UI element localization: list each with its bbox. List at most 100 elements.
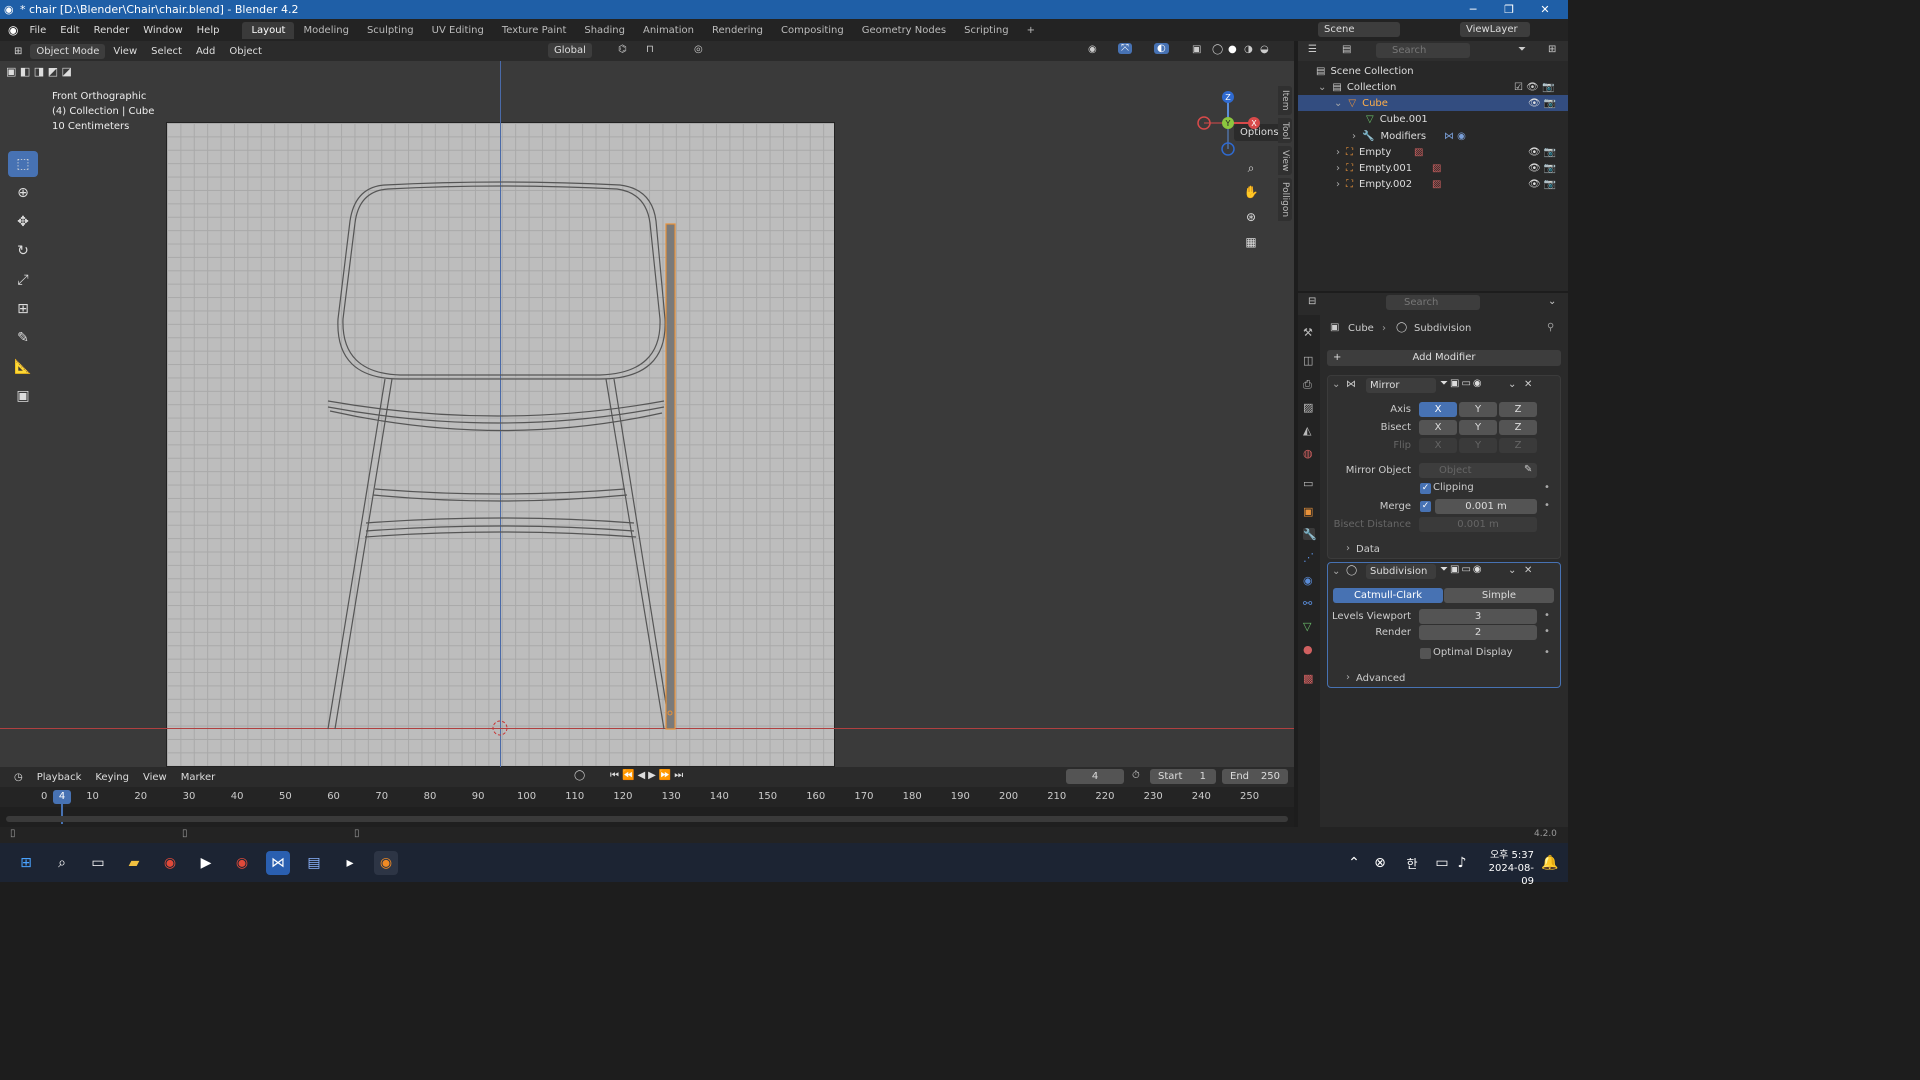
simple-toggle[interactable]: Simple — [1444, 588, 1554, 603]
3d-viewport[interactable]: ▣ ◧ ◨ ◩ ◪ Front Orthographic (4) Collect… — [0, 61, 1294, 767]
ortho-toggle-icon[interactable]: ▦ — [1240, 231, 1262, 253]
file-explorer-icon[interactable]: ▰ — [122, 851, 146, 875]
row-icons[interactable]: 👁 📷 — [1528, 179, 1556, 190]
task-view-icon[interactable]: ▭ — [86, 851, 110, 875]
clock[interactable]: 오후 5:37 2024-08-09 — [1480, 849, 1534, 888]
tray-chevron-icon[interactable]: ⌃ — [1342, 851, 1366, 875]
outliner-item-empty-002[interactable]: › ⛶ Empty.002 ▨ 👁 📷 — [1298, 176, 1568, 192]
current-frame-field[interactable]: 4 — [1066, 769, 1124, 784]
tab-layout[interactable]: Layout — [242, 21, 295, 39]
menu-edit[interactable]: Edit — [53, 25, 86, 36]
levels-viewport-field[interactable]: 3 — [1419, 609, 1537, 624]
tab-uv-editing[interactable]: UV Editing — [423, 22, 493, 39]
mirror-remove-icon[interactable]: ✕ — [1524, 379, 1532, 390]
snap-icon[interactable]: ⊓ — [646, 44, 654, 55]
material-shading-icon[interactable]: ◑ — [1244, 44, 1253, 55]
rendered-shading-icon[interactable]: ◒ — [1260, 44, 1269, 55]
tab-texture-paint[interactable]: Texture Paint — [493, 22, 576, 39]
transform-orientation[interactable]: Global — [548, 43, 592, 58]
object-tab-icon[interactable]: ▣ — [1303, 505, 1315, 518]
tab-rendering[interactable]: Rendering — [703, 22, 772, 39]
merge-distance-field[interactable]: 0.001 m — [1435, 499, 1537, 514]
menu-select[interactable]: Select — [145, 44, 188, 59]
pan-hand-icon[interactable]: ✋ — [1240, 181, 1262, 203]
collapse-icon[interactable]: ⌄ — [1334, 98, 1342, 109]
mirror-toggle-icons[interactable]: ⏷▣▭◉ — [1440, 378, 1484, 389]
start-frame-field[interactable]: Start 1 — [1150, 769, 1216, 784]
keyframe-dot-icon[interactable]: • — [1544, 647, 1550, 658]
filter-icon[interactable]: ⏷ — [1518, 44, 1526, 55]
tab-view[interactable]: View — [1278, 145, 1292, 176]
catmull-clark-toggle[interactable]: Catmull-Clark — [1333, 588, 1443, 603]
outliner-item-modifiers[interactable]: › 🔧 Modifiers ⋈ ◉ — [1298, 128, 1568, 144]
editor-type-icon[interactable]: ⊞ — [8, 44, 28, 59]
tab-modeling[interactable]: Modeling — [294, 22, 358, 39]
optimal-display-checkbox[interactable] — [1420, 648, 1431, 659]
properties-search[interactable]: Search — [1386, 295, 1480, 310]
mirror-name-field[interactable]: Mirror — [1366, 378, 1436, 393]
menu-add[interactable]: Add — [190, 44, 221, 59]
pivot-icon[interactable]: ⌬ — [618, 44, 627, 55]
collection-tab-icon[interactable]: ▭ — [1303, 477, 1315, 490]
collapse-icon[interactable]: ⌄ — [1332, 566, 1340, 577]
scale-tool-icon[interactable]: ⤢ — [8, 267, 38, 293]
outliner-scene-collection[interactable]: ▤ Scene Collection — [1298, 63, 1568, 79]
volume-icon[interactable]: ♪ — [1450, 851, 1474, 875]
subdivision-name-field[interactable]: Subdivision — [1366, 564, 1436, 579]
expand-icon[interactable]: › — [1336, 147, 1340, 158]
notification-bell-icon[interactable]: 🔔 — [1538, 851, 1562, 875]
zoom-icon[interactable]: ⌕ — [1240, 157, 1262, 179]
subdivision-remove-icon[interactable]: ✕ — [1524, 565, 1532, 576]
menu-marker[interactable]: Marker — [175, 770, 222, 785]
close-icon[interactable]: ✕ — [1530, 0, 1560, 19]
menu-timeline-view[interactable]: View — [137, 770, 173, 785]
keyframe-dot-icon[interactable]: • — [1544, 626, 1550, 637]
outliner-item-cube-001[interactable]: ▽ Cube.001 — [1298, 111, 1568, 127]
search-icon[interactable]: ⌕ — [50, 851, 74, 875]
tab-item[interactable]: Item — [1278, 86, 1292, 115]
merge-checkbox[interactable]: ✓ — [1420, 501, 1431, 512]
keyframe-dot-icon[interactable]: • — [1544, 482, 1550, 493]
frame-ruler[interactable]: 0 10 20 30 40 50 60 70 80 90 100 110 120 130 140 150 160… — [0, 787, 1294, 824]
record-icon[interactable]: ◯ — [574, 770, 585, 781]
menu-view[interactable]: View — [107, 44, 143, 59]
axis-z-toggle[interactable]: Z — [1499, 402, 1537, 417]
material-tab-icon[interactable]: ● — [1303, 643, 1315, 656]
row-icons[interactable]: 👁 📷 — [1528, 163, 1556, 174]
render-tab-icon[interactable]: ◫ — [1303, 354, 1315, 367]
outliner-editor-icon[interactable]: ☰ — [1308, 44, 1317, 55]
cursor-tool-icon[interactable]: ⊕ — [8, 180, 38, 206]
subdivision-toggle-icons[interactable]: ⏷▣▭◉ — [1440, 564, 1484, 575]
new-collection-icon[interactable]: ⊞ — [1548, 44, 1556, 55]
tab-compositing[interactable]: Compositing — [772, 22, 853, 39]
navigation-gizmo[interactable]: Z X Y — [1196, 87, 1262, 159]
playhead[interactable]: 4 — [53, 790, 71, 804]
ime-indicator[interactable]: 한 — [1400, 851, 1424, 875]
timeline-editor-icon[interactable]: ◷ — [8, 770, 29, 785]
render-levels-field[interactable]: 2 — [1419, 625, 1537, 640]
overlay-toggle-icon[interactable]: ◐ — [1154, 43, 1169, 54]
playback-controls[interactable]: ⏮⏪◀▶⏩⏭ — [610, 770, 686, 781]
select-box-tool-icon[interactable]: ⬚ — [8, 151, 38, 177]
expand-icon[interactable]: › — [1346, 672, 1350, 683]
menu-help[interactable]: Help — [190, 25, 227, 36]
bisect-y-toggle[interactable]: Y — [1459, 420, 1497, 435]
menu-playback[interactable]: Playback — [31, 770, 88, 785]
viewlayer-selector[interactable]: ViewLayer — [1460, 22, 1530, 37]
blender-menu-icon[interactable]: ◉ — [8, 23, 18, 37]
media-player-icon[interactable]: ▶ — [194, 851, 218, 875]
particles-tab-icon[interactable]: ⋰ — [1303, 551, 1315, 564]
proportional-edit-icon[interactable]: ◎ — [694, 44, 703, 55]
xray-icon[interactable]: ▣ — [1192, 44, 1201, 55]
rotate-tool-icon[interactable]: ↻ — [8, 238, 38, 264]
collapse-icon[interactable]: ⌄ — [1318, 82, 1326, 93]
mirror-dropdown-icon[interactable]: ⌄ — [1508, 379, 1516, 390]
scene-selector[interactable]: Scene — [1318, 22, 1400, 37]
camera-view-icon[interactable]: ⊛ — [1240, 206, 1262, 228]
physics-tab-icon[interactable]: ◉ — [1303, 574, 1315, 587]
data-tab-icon[interactable]: ▽ — [1303, 620, 1315, 633]
flip-z-toggle[interactable]: Z — [1499, 438, 1537, 453]
tab-sculpting[interactable]: Sculpting — [358, 22, 423, 39]
timeline-scrollbar[interactable] — [6, 816, 1288, 822]
move-tool-icon[interactable]: ✥ — [8, 209, 38, 235]
